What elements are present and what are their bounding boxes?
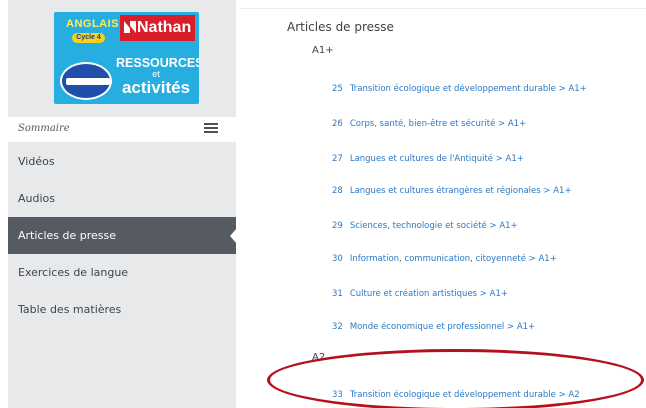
article-title: Sciences, technologie et société > A1+	[349, 221, 518, 231]
sidebar-item-articles-de-presse[interactable]: Articles de presse	[8, 217, 237, 254]
article-number: 30	[332, 254, 343, 264]
level-heading-a1plus: A1+	[312, 45, 334, 56]
article-title: Information, communication, citoyenneté …	[349, 254, 557, 264]
cover-anglais-text: ANGLAIS	[66, 18, 119, 30]
sidebar-item-exercices-de-langue[interactable]: Exercices de langue	[8, 254, 236, 291]
article-link[interactable]: 28 Langues et cultures étrangères et régi…	[332, 184, 572, 198]
article-title: Langues et cultures de l'Antiquité > A1+	[349, 154, 524, 164]
cover-badge-strip	[66, 78, 110, 85]
cover-activites-text: activités	[121, 78, 191, 97]
main-content: Articles de presse A1+ 25 Transition écol…	[240, 0, 646, 408]
list-menu-icon[interactable]	[204, 123, 218, 135]
article-link[interactable]: 32 Monde économique et professionnel > A1…	[332, 320, 535, 334]
article-number: 32	[332, 322, 343, 332]
level-heading-a2: A2	[312, 352, 326, 363]
article-title: Transition écologique et développement d…	[349, 390, 580, 400]
top-divider	[240, 8, 646, 9]
article-number: 31	[332, 289, 343, 299]
sidebar-item-audios[interactable]: Audios	[8, 180, 236, 217]
article-title: Monde économique et professionnel > A1+	[349, 322, 536, 332]
cover-badge-icon	[60, 62, 112, 100]
cover-cycle-badge: Cycle 4	[72, 33, 105, 43]
page-title: Articles de presse	[287, 20, 394, 34]
article-link[interactable]: 33 Transition écologique et développement…	[332, 388, 580, 402]
article-number: 28	[332, 186, 343, 196]
article-number: 33	[332, 390, 343, 400]
article-link[interactable]: 27 Langues et cultures de l'Antiquité > A…	[332, 152, 524, 166]
article-link[interactable]: 31 Culture et création artistiques > A1+	[332, 287, 508, 301]
article-title: Culture et création artistiques > A1+	[349, 289, 508, 299]
sidebar-item-table-des-matieres[interactable]: Table des matières	[8, 291, 236, 328]
sidebar: ANGLAIS Cycle 4 Nathan RESSOURCES et act…	[8, 0, 237, 408]
article-link[interactable]: 30 Information, communication, citoyennet…	[332, 252, 557, 266]
article-link[interactable]: 26 Corps, santé, bien-être et sécurité > …	[332, 117, 526, 131]
article-number: 25	[332, 84, 343, 94]
sidebar-item-videos[interactable]: Vidéos	[8, 143, 236, 180]
book-cover-logo: ANGLAIS Cycle 4 Nathan RESSOURCES et act…	[54, 12, 199, 104]
article-number: 27	[332, 154, 343, 164]
publisher-name: Nathan	[124, 19, 191, 37]
article-link[interactable]: 25 Transition écologique et développement…	[332, 82, 587, 96]
sommaire-label: Sommaire	[18, 123, 70, 134]
article-link[interactable]: 29 Sciences, technologie et société > A1+	[332, 219, 518, 233]
publisher-name-text: Nathan	[137, 19, 192, 36]
article-title: Transition écologique et développement d…	[349, 84, 587, 94]
article-number: 26	[332, 119, 343, 129]
article-number: 29	[332, 221, 343, 231]
article-title: Langues et cultures étrangères et région…	[349, 186, 572, 196]
nathan-logo-icon	[124, 21, 136, 33]
sommaire-header[interactable]: Sommaire	[8, 117, 236, 142]
article-title: Corps, santé, bien-être et sécurité > A1…	[349, 119, 527, 129]
